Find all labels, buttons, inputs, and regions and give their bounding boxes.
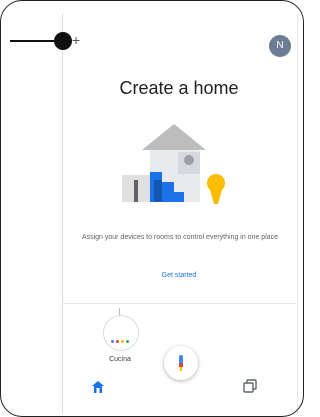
feed-icon[interactable] <box>243 379 257 393</box>
home-icon[interactable] <box>91 380 105 394</box>
house-illustration-icon <box>122 124 225 204</box>
backdrop <box>0 0 62 417</box>
add-icon[interactable]: + <box>72 30 80 50</box>
bottom-nav <box>62 372 296 402</box>
divider <box>62 303 296 304</box>
speaker-dots-icon <box>111 330 131 348</box>
page-title: Create a home <box>119 78 239 98</box>
callout-pointer-dot <box>54 32 72 50</box>
avatar[interactable]: N <box>269 35 291 57</box>
description-text: Assign your devices to rooms to control … <box>81 234 279 241</box>
device-name[interactable]: Cucina <box>90 356 150 363</box>
get-started-link[interactable]: Get started <box>62 272 296 279</box>
